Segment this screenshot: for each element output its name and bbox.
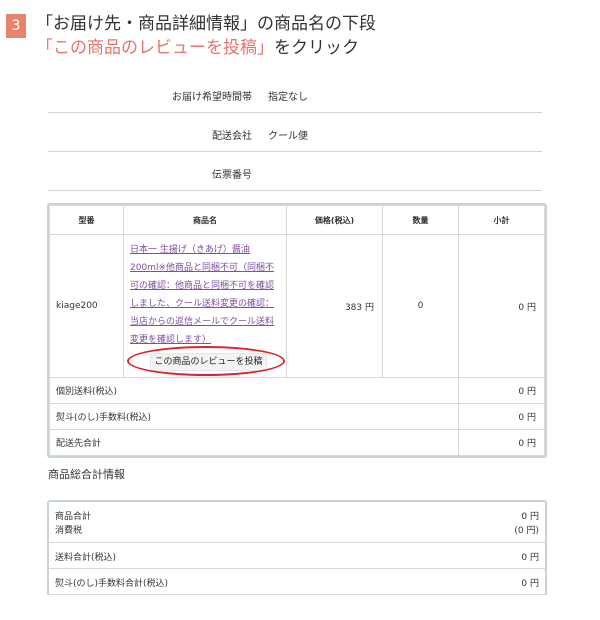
instruction-action: をクリック (274, 38, 359, 58)
totals-section-title: 商品総合計情報 (48, 468, 125, 481)
shipping-total-row: 送料合計(税込) 0 円 (49, 543, 545, 569)
header-code: 型番 (49, 205, 124, 235)
table-header-row: 型番 商品名 価格(税込) 数量 小計 (49, 205, 545, 235)
carrier-row: 配送会社 クール便 (48, 113, 542, 152)
consumption-tax-label: 消費税 (55, 526, 83, 536)
shipping-fee-row: 個別送料(税込) 0 円 (49, 377, 545, 404)
header-quantity: 数量 (382, 205, 459, 235)
shipping-total-amount: 0 円 (521, 553, 539, 563)
noshi-fee-row: 熨斗(のし)手数料(税込) 0 円 (49, 403, 545, 430)
step-number-badge: 3 (6, 14, 26, 38)
header-product-name: 商品名 (123, 205, 287, 235)
totals-table: 商品合計 0 円 消費税 (0 円) 送料合計(税込) 0 円 熨斗(のし)手数… (47, 500, 547, 595)
tracking-number-label: 伝票番号 (212, 170, 252, 181)
destination-total-label: 配送先合計 (49, 429, 459, 456)
carrier-value: クール便 (268, 131, 308, 142)
destination-total-amount: 0 円 (458, 429, 545, 456)
noshi-total-row: 熨斗(のし)手数料合計(税込) 0 円 (49, 569, 545, 595)
shipping-total-label: 送料合計(税込) (55, 553, 117, 563)
order-items-table: 型番 商品名 価格(税込) 数量 小計 kiage200 日本一 生揚げ（きあげ… (47, 203, 547, 458)
instruction-line-2: 「この商品のレビューを投稿」をクリック (36, 36, 376, 60)
product-total-amount: 0 円 (521, 512, 539, 522)
noshi-fee-amount: 0 円 (458, 403, 545, 430)
noshi-fee-label: 熨斗(のし)手数料(税込) (49, 403, 459, 430)
consumption-tax-amount: (0 円) (514, 526, 539, 536)
tracking-number-row: 伝票番号 (48, 152, 542, 191)
product-total-label: 商品合計 (55, 512, 92, 522)
post-review-button[interactable]: この商品のレビューを投稿 (150, 353, 267, 371)
item-name-cell: 日本一 生揚げ（きあげ）醤油200ml※他商品と同梱不可（同梱不可の確認：他商品… (123, 234, 287, 378)
table-row: kiage200 日本一 生揚げ（きあげ）醤油200ml※他商品と同梱不可（同梱… (49, 234, 545, 378)
item-subtotal: 0 円 (458, 234, 545, 378)
header-price: 価格(税込) (286, 205, 383, 235)
product-total-row: 商品合計 0 円 消費税 (0 円) (49, 502, 545, 543)
item-quantity: 0 (382, 234, 459, 378)
review-button-wrap: この商品のレビューを投稿 (127, 346, 285, 376)
instruction-line-1: 「お届け先・商品詳細情報」の商品名の下段 (36, 14, 376, 34)
shipping-fee-amount: 0 円 (458, 377, 545, 404)
shipping-fee-label: 個別送料(税込) (49, 377, 459, 404)
header-subtotal: 小計 (458, 205, 545, 235)
delivery-time-value: 指定なし (268, 92, 308, 103)
instruction-highlight: 「この商品のレビューを投稿」 (36, 38, 274, 58)
product-name-link[interactable]: 日本一 生揚げ（きあげ）醤油200ml※他商品と同梱不可（同梱不可の確認：他商品… (130, 241, 282, 349)
carrier-label: 配送会社 (212, 131, 252, 142)
delivery-time-label: お届け希望時間帯 (172, 92, 252, 103)
noshi-total-amount: 0 円 (521, 579, 539, 589)
instruction-text: 「お届け先・商品詳細情報」の商品名の下段 「この商品のレビューを投稿」をクリック (36, 12, 376, 60)
delivery-info: お届け希望時間帯 指定なし 配送会社 クール便 伝票番号 (48, 74, 542, 191)
item-code: kiage200 (49, 234, 124, 378)
delivery-time-row: お届け希望時間帯 指定なし (48, 74, 542, 113)
noshi-total-label: 熨斗(のし)手数料合計(税込) (55, 579, 169, 589)
destination-total-row: 配送先合計 0 円 (49, 429, 545, 456)
item-price: 383 円 (286, 234, 383, 378)
